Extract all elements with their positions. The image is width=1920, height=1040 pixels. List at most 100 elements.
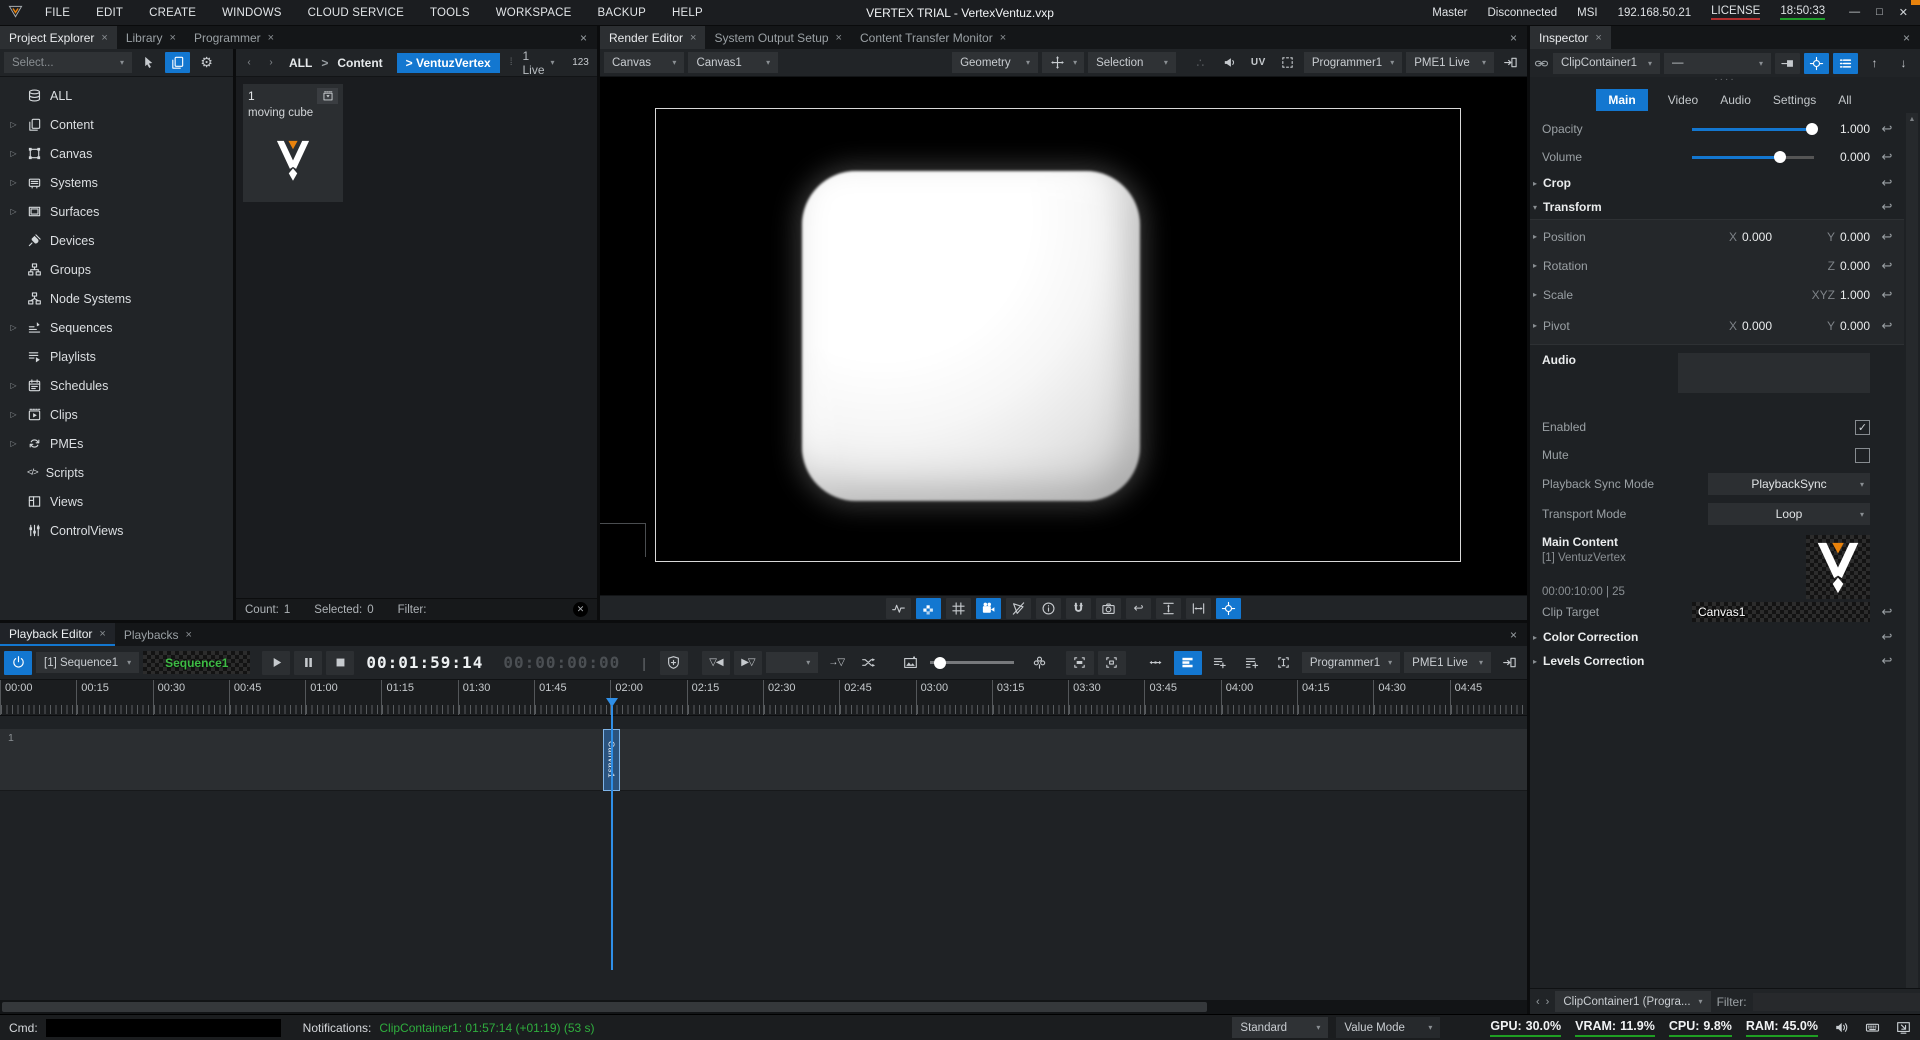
reset-icon[interactable]: ↩ [1870,175,1904,191]
inspector-scrollbar[interactable]: ▲ [1906,113,1918,988]
screen-share-icon[interactable] [1896,1020,1911,1035]
drag-handle-dots[interactable]: ···· [1530,77,1920,86]
tab-system-output-setup[interactable]: System Output Setup× [705,26,851,49]
stop-button[interactable] [326,651,354,675]
rotation-z[interactable]: Z0.000 [1772,259,1870,273]
expander-icon[interactable]: ▷ [8,120,19,129]
next-object-button[interactable]: ↓ [1891,53,1916,74]
close-icon[interactable]: × [690,32,696,44]
expander-icon[interactable]: ▸ [1533,657,1543,666]
reset-icon[interactable]: ↩ [1870,258,1904,274]
sidebar-item-schedules[interactable]: ▷Schedules [0,371,233,400]
track-row-1[interactable]: 1 [0,729,1527,791]
expander-icon[interactable]: ▷ [8,323,19,332]
inspected-object-dropdown-bottom[interactable]: ClipContainer1 (Progra...▾ [1555,991,1710,1012]
sequence-dropdown[interactable]: [1] Sequence1▾ [36,652,139,673]
audio-monitor-button[interactable] [1217,52,1242,73]
close-icon[interactable]: × [268,32,274,44]
add-track-group-button[interactable] [1238,651,1266,675]
breadcrumb-root[interactable]: ALL [284,56,317,70]
numeric-view-button[interactable]: 123 [567,53,595,73]
playhead[interactable] [611,706,613,970]
expander-icon[interactable]: ▷ [8,207,19,216]
license-indicator[interactable]: LICENSE [1711,5,1760,20]
camera-view-button[interactable] [976,598,1001,619]
expander-icon[interactable]: ▷ [8,178,19,187]
performance-graph-button[interactable] [886,598,911,619]
expander-icon[interactable]: ▸ [1533,261,1543,270]
tab-render-editor[interactable]: Render Editor× [600,26,705,49]
live-filter-dropdown[interactable]: 1 Live▾ [519,49,559,77]
tab-playback-editor[interactable]: Playback Editor× [0,623,115,646]
previous-cue-button[interactable]: ▽◀ [702,651,730,675]
timeline-zoom-slider[interactable] [930,661,1014,664]
sidebar-item-clips[interactable]: ▷Clips [0,400,233,429]
playback-programmer-dropdown[interactable]: Programmer1▾ [1302,652,1400,673]
layer-view-button[interactable] [1174,651,1202,675]
volume-value[interactable]: 0.000 [1826,150,1870,164]
menu-file[interactable]: FILE [32,7,83,19]
tab-inspector[interactable]: Inspector× [1530,26,1611,49]
reset-icon[interactable]: ↩ [1870,199,1904,215]
mute-checkbox[interactable] [1855,448,1870,463]
notification-message[interactable]: ClipContainer1: 01:57:14 (+01:19) (53 s) [379,1021,594,1035]
slider-knob[interactable] [1774,151,1786,163]
geometry-mode-dropdown[interactable]: Geometry▾ [952,52,1038,73]
section-levels-correction[interactable]: ▸ Levels Correction ↩ [1530,649,1904,673]
next-cue-button[interactable]: ▶▽ [734,651,762,675]
reset-icon[interactable]: ↩ [1870,318,1904,334]
previous-object-button[interactable]: ↑ [1862,53,1887,74]
settings-button[interactable]: ⚙ [194,52,219,73]
minimize-button[interactable]: — [1849,6,1860,19]
section-color-correction[interactable]: ▸ Color Correction ↩ [1530,625,1904,649]
expander-icon[interactable]: ▸ [1533,232,1543,241]
expander-icon[interactable]: ▸ [1533,290,1543,299]
flower-tool-button[interactable] [1026,651,1054,675]
canvas-mode-dropdown[interactable]: Canvas▾ [604,52,684,73]
tab-programmer[interactable]: Programmer× [185,26,283,49]
list-view-button[interactable] [1833,53,1858,74]
sidebar-item-views[interactable]: Views [0,487,233,516]
reset-icon[interactable]: ↩ [1870,121,1904,137]
pause-button[interactable] [294,651,322,675]
breadcrumb-back-button[interactable]: ‹ [240,52,258,73]
canvas-target-dropdown[interactable]: Canvas1▾ [688,52,778,73]
tab-content-transfer-monitor[interactable]: Content Transfer Monitor× [851,26,1015,49]
sidebar-item-sequences[interactable]: ▷Sequences [0,313,233,342]
close-button[interactable]: ✕ [1899,6,1908,19]
expander-icon[interactable]: ▷ [8,439,19,448]
tab-audio[interactable]: Audio [1718,89,1753,111]
add-track-button[interactable] [1206,651,1234,675]
breadcrumb-folder[interactable]: Content [332,56,387,70]
reset-icon[interactable]: ↩ [1870,629,1904,645]
frame-content-button[interactable] [1066,651,1094,675]
reset-icon[interactable]: ↩ [1870,149,1904,165]
select-dropdown[interactable]: Select...▾ [4,52,132,73]
menu-edit[interactable]: EDIT [83,7,136,19]
add-cue-button[interactable] [660,651,688,675]
cue-select-dropdown[interactable]: ▾ [766,652,818,673]
close-icon[interactable]: × [99,628,105,640]
reset-view-button[interactable]: ↩ [1126,598,1151,619]
expander-icon[interactable]: ▸ [1533,633,1543,642]
marquee-select-button[interactable] [1275,52,1300,73]
tab-main[interactable]: Main [1596,89,1647,111]
follow-selection-button[interactable] [1804,53,1829,74]
pivot-x[interactable]: X0.000 [1674,319,1772,333]
close-icon[interactable]: × [836,32,842,44]
volume-slider[interactable] [1692,156,1814,159]
slider-knob[interactable] [1806,123,1818,135]
clear-filter-button[interactable]: ✕ [573,602,588,617]
tab-video[interactable]: Video [1666,89,1700,111]
breadcrumb-current[interactable]: > VentuzVertex [397,53,500,73]
sidebar-item-canvas[interactable]: ▷Canvas [0,139,233,168]
close-icon[interactable]: × [170,32,176,44]
timeline-scrollbar[interactable] [0,1000,1527,1014]
pin-button[interactable] [1775,53,1800,74]
section-transform[interactable]: ▾ Transform ↩ [1530,195,1904,219]
uv-mode-button[interactable]: UV [1246,52,1271,73]
render-programmer-dropdown[interactable]: Programmer1▾ [1304,52,1402,73]
sidebar-item-content[interactable]: ▷Content [0,110,233,139]
reset-icon[interactable]: ↩ [1870,287,1904,303]
menu-backup[interactable]: BACKUP [584,7,659,19]
